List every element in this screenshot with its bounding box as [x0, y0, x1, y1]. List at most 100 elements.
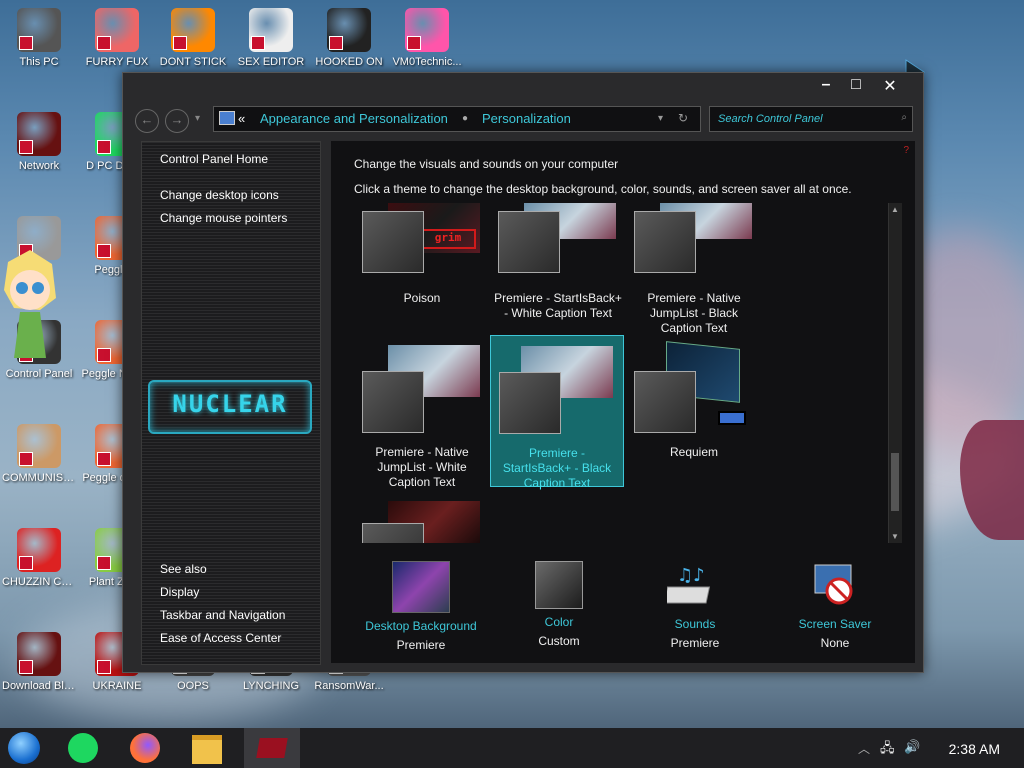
- firefox-taskbar-icon[interactable]: [130, 732, 164, 764]
- desktop-app-icon: [405, 8, 449, 52]
- control-panel-icon: [219, 111, 235, 125]
- color-swatch-icon: [535, 561, 583, 609]
- breadcrumb-personalization[interactable]: Personalization: [482, 111, 571, 126]
- file-explorer-taskbar-icon[interactable]: [192, 732, 226, 764]
- desktop-app-icon: [17, 632, 61, 676]
- link-display[interactable]: Display: [160, 585, 199, 599]
- show-hidden-icons-chevron-icon[interactable]: ︿: [858, 740, 870, 757]
- scroll-up-icon[interactable]: ▲: [891, 205, 899, 214]
- desktop-icon[interactable]: VM0Technic...: [390, 8, 464, 69]
- desktop-icon-label: UKRAINE: [92, 680, 142, 692]
- search-icon[interactable]: ⌕: [901, 112, 907, 123]
- desktop-icon[interactable]: COMMUNISTS HATE THIS G...: [2, 424, 76, 485]
- shortcut-arrow-icon: [19, 452, 33, 466]
- color-link[interactable]: Color: [491, 615, 627, 629]
- nuclear-logo: NUCLEAR: [148, 380, 312, 434]
- volume-icon[interactable]: 🔊: [904, 739, 920, 755]
- screen-saver-item[interactable]: Screen Saver None: [767, 561, 903, 650]
- theme-item[interactable]: Requiem: [626, 335, 762, 485]
- sounds-icon: ♫♪: [663, 561, 723, 611]
- desktop-app-icon: [17, 528, 61, 572]
- color-item[interactable]: Color Custom: [491, 561, 627, 648]
- left-pane: Control Panel Home Change desktop icons …: [141, 141, 321, 665]
- theme-list: grim Poison Premiere - StartIsBack+ - Wh…: [354, 203, 900, 543]
- desktop-icon-label: LYNCHING: [242, 680, 300, 692]
- link-ease-of-access[interactable]: Ease of Access Center: [160, 631, 281, 645]
- sounds-value: Premiere: [670, 636, 720, 650]
- sounds-item[interactable]: ♫♪ Sounds Premiere: [627, 561, 763, 650]
- desktop-icon[interactable]: CHUZZIN CUM: [2, 528, 76, 589]
- link-taskbar-navigation[interactable]: Taskbar and Navigation: [160, 608, 285, 622]
- screen-saver-value: None: [820, 636, 850, 650]
- desktop-background-link[interactable]: Desktop Background: [353, 619, 489, 633]
- address-bar[interactable]: « Appearance and Personalization ● Perso…: [213, 106, 701, 132]
- taskbar: ︿ 🖧 🔊 2:38 AM: [0, 728, 1024, 768]
- svg-text:♫♪: ♫♪: [677, 565, 705, 586]
- desktop-icon-label: DONT STICK: [159, 56, 227, 68]
- wallpaper-shape: [960, 420, 1024, 540]
- desktop-app-icon: [17, 424, 61, 468]
- character-sticker: [0, 250, 60, 360]
- desktop-icon-label: Network: [18, 160, 60, 172]
- color-value: Custom: [538, 634, 580, 648]
- desktop-app-icon: [327, 8, 371, 52]
- scroll-down-icon[interactable]: ▼: [891, 532, 899, 541]
- forward-button[interactable]: →: [165, 109, 189, 133]
- close-button[interactable]: ✕: [877, 76, 903, 96]
- shortcut-arrow-icon: [97, 556, 111, 570]
- theme-item[interactable]: Premiere - Native JumpList - Black Capti…: [626, 203, 762, 335]
- desktop-icon-label: This PC: [19, 56, 59, 68]
- desktop-background-icon: [392, 561, 450, 613]
- desktop-background-item[interactable]: Desktop Background Premiere: [353, 561, 489, 652]
- sounds-link[interactable]: Sounds: [627, 617, 763, 631]
- shortcut-arrow-icon: [97, 140, 111, 154]
- maximize-button[interactable]: □: [843, 76, 869, 94]
- desktop-icon[interactable]: SEX EDITOR: [234, 8, 308, 69]
- theme-item[interactable]: Premiere - StartIsBack+ - White Caption …: [490, 203, 626, 329]
- link-change-desktop-icons[interactable]: Change desktop icons: [160, 188, 279, 202]
- control-panel-taskbar-icon[interactable]: [244, 728, 300, 768]
- desktop-icon[interactable]: Network: [2, 112, 76, 173]
- breadcrumb-appearance[interactable]: Appearance and Personalization: [260, 111, 448, 126]
- spotify-taskbar-icon[interactable]: [68, 732, 102, 764]
- scroll-thumb[interactable]: [891, 453, 899, 511]
- desktop-app-icon: [17, 8, 61, 52]
- shortcut-arrow-icon: [97, 36, 111, 50]
- desktop-icon[interactable]: Download Black Al...: [2, 632, 76, 693]
- theme-item-selected[interactable]: Premiere - StartIsBack+ - Black Caption …: [490, 335, 624, 490]
- desktop-icon-label: CHUZZIN CUM: [2, 576, 76, 588]
- refresh-icon[interactable]: ↻: [678, 111, 688, 125]
- desktop-icon[interactable]: FURRY FUX: [80, 8, 154, 69]
- shortcut-arrow-icon: [19, 140, 33, 154]
- network-icon[interactable]: 🖧: [880, 739, 895, 761]
- theme-name: Premiere - Native JumpList - White Capti…: [375, 445, 469, 489]
- link-change-mouse-pointers[interactable]: Change mouse pointers: [160, 211, 287, 225]
- recent-pages-chevron-icon[interactable]: ▾: [195, 113, 200, 124]
- help-icon[interactable]: ?: [903, 145, 909, 156]
- desktop-icon-label: HOOKED ON: [315, 56, 383, 68]
- breadcrumb-arrow-icon[interactable]: ●: [462, 113, 468, 124]
- theme-scrollbar[interactable]: ▲ ▼: [888, 203, 902, 543]
- desktop-icon[interactable]: DONT STICK: [156, 8, 230, 69]
- theme-name: Poison: [403, 291, 441, 305]
- desktop-icon[interactable]: HOOKED ON: [312, 8, 386, 69]
- theme-item[interactable]: [354, 491, 490, 543]
- screen-saver-link[interactable]: Screen Saver: [767, 617, 903, 631]
- start-button[interactable]: [8, 732, 42, 764]
- theme-item[interactable]: Premiere - Native JumpList - White Capti…: [354, 335, 490, 489]
- desktop-app-icon: [17, 112, 61, 156]
- link-control-panel-home[interactable]: Control Panel Home: [160, 152, 268, 166]
- theme-item[interactable]: grim Poison: [354, 203, 490, 329]
- address-dropdown-icon[interactable]: ▾: [658, 113, 663, 124]
- back-button[interactable]: ←: [135, 109, 159, 133]
- desktop-icon[interactable]: This PC: [2, 8, 76, 69]
- title-bar[interactable]: – □ ✕: [123, 73, 923, 101]
- taskbar-clock[interactable]: 2:38 AM: [949, 741, 1000, 757]
- search-input[interactable]: [716, 112, 900, 126]
- desktop-background-value: Premiere: [396, 638, 446, 652]
- theme-name: Premiere - StartIsBack+ - Black Caption …: [502, 446, 612, 490]
- search-box[interactable]: ⌕: [709, 106, 913, 132]
- minimize-button[interactable]: –: [813, 76, 839, 94]
- desktop-icon-label: SEX EDITOR: [237, 56, 305, 68]
- shortcut-arrow-icon: [19, 36, 33, 50]
